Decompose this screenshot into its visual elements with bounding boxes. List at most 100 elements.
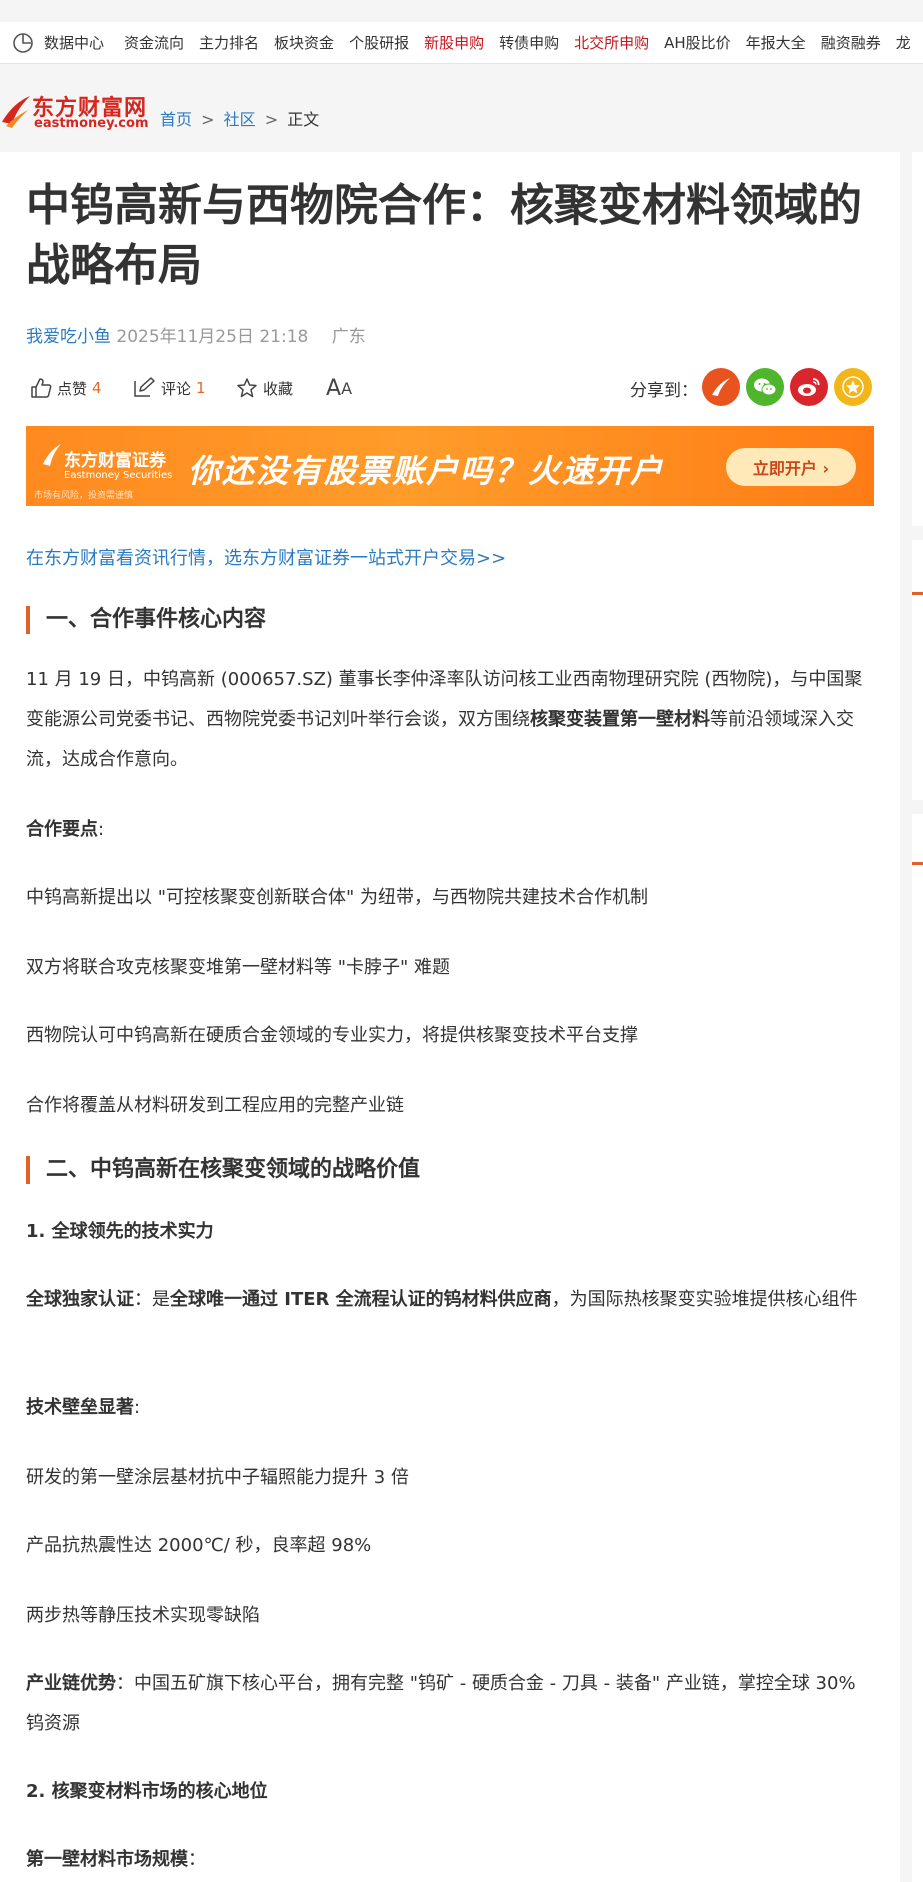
list-item: 西物院认可中钨高新在硬质合金领域的专业实力，将提供核聚变技术平台支撑 bbox=[26, 1025, 638, 1046]
sub-heading: 2. 核聚变材料市场的核心地位 bbox=[26, 1781, 268, 1802]
paragraph: 11 月 19 日，中钨高新 (000657.SZ) 董事长李仲泽率队访问核工业… bbox=[26, 660, 874, 780]
author-region: 广东 bbox=[331, 327, 366, 347]
paragraph-bold-text: 第一壁材料市场规模 bbox=[26, 1849, 188, 1870]
article-meta: 我爱吃小鱼 2025年11月25日 21:18 广东 bbox=[26, 322, 366, 347]
comment-label: 评论 bbox=[161, 379, 192, 398]
share-label: 分享到： bbox=[630, 380, 698, 401]
paragraph: 产业链优势：中国五矿旗下核心平台，拥有完整 "钨矿 - 硬质合金 - 刀具 - … bbox=[26, 1664, 874, 1744]
site-header: 东方财富网 eastmoney.com 首页 > 社区 > 正文 bbox=[0, 64, 923, 152]
comment-edit-icon bbox=[134, 377, 155, 397]
nav-item-margin[interactable]: 融资融券 bbox=[821, 32, 881, 53]
paragraph: 第一壁材料市场规模： bbox=[26, 1840, 874, 1880]
paragraph: 技术壁垒显著: bbox=[26, 1388, 874, 1428]
publish-datetime: 2025年11月25日 21:18 bbox=[116, 327, 309, 347]
paragraph-text: ：是 bbox=[134, 1289, 170, 1310]
nav-item-annual-report[interactable]: 年报大全 bbox=[746, 32, 806, 53]
share-weibo-button[interactable] bbox=[790, 368, 828, 406]
data-center-link[interactable]: 数据中心 bbox=[0, 22, 114, 63]
top-nav-bar: 数据中心 资金流向 主力排名 板块资金 个股研报 新股申购 转债申购 北交所申购… bbox=[0, 22, 923, 64]
share-favorite-button[interactable] bbox=[834, 368, 872, 406]
author-link[interactable]: 我爱吃小鱼 bbox=[26, 327, 111, 347]
nav-item-main-rank[interactable]: 主力排名 bbox=[199, 32, 259, 53]
eastmoney-logo-icon bbox=[2, 96, 30, 128]
favorite-label: 收藏 bbox=[263, 379, 294, 398]
promo-link[interactable]: 在东方财富看资讯行情，选东方财富证券一站式开户交易>> bbox=[26, 544, 506, 570]
paragraph-bold-text: 技术壁垒显著 bbox=[26, 1397, 134, 1418]
paragraph-bold-text: 产业链优势 bbox=[26, 1673, 116, 1694]
font-size-button[interactable]: AA bbox=[326, 370, 352, 406]
breadcrumb-community[interactable]: 社区 bbox=[224, 110, 256, 129]
list-item: 研发的第一壁涂层基材抗中子辐照能力提升 3 倍 bbox=[26, 1467, 409, 1488]
comment-button[interactable]: 评论 1 bbox=[132, 370, 206, 406]
thumbs-up-icon bbox=[31, 378, 52, 398]
like-count: 4 bbox=[92, 379, 102, 397]
article-card: 中钨高新与西物院合作：核聚变材料领域的 战略布局 我爱吃小鱼 2025年11月2… bbox=[0, 152, 900, 1882]
logo-text-en: eastmoney.com bbox=[34, 116, 149, 131]
breadcrumb-home[interactable]: 首页 bbox=[160, 110, 192, 129]
breadcrumb-current: 正文 bbox=[287, 110, 320, 129]
paragraph-text: ，为国际热核聚变实验堆提供核心组件 bbox=[551, 1289, 858, 1310]
comment-count: 1 bbox=[196, 379, 206, 397]
nav-item-bond-subscribe[interactable]: 转债申购 bbox=[499, 32, 559, 53]
key-points-label: 合作要点 bbox=[26, 819, 98, 840]
share-wechat-button[interactable] bbox=[746, 368, 784, 406]
weibo-icon bbox=[798, 378, 820, 396]
share-eastmoney-button[interactable] bbox=[702, 368, 740, 406]
list-item: 两步热等静压技术实现零缺陷 bbox=[26, 1605, 260, 1626]
paragraph-bold-text: 核聚变装置第一壁材料 bbox=[530, 709, 710, 730]
nav-item-fund-flow[interactable]: 资金流向 bbox=[124, 32, 184, 53]
list-item: 产品抗热震性达 2000℃/ 秒，良率超 98% bbox=[26, 1535, 372, 1556]
banner-slogan: 你还没有股票账户吗？火速开户 bbox=[188, 452, 665, 490]
nav-item-bse-subscribe[interactable]: 北交所申购 bbox=[574, 32, 649, 53]
article-title-line2: 战略布局 bbox=[26, 240, 202, 291]
banner-risk-notice: 市场有风险，投资需谨慎 bbox=[34, 491, 134, 501]
paragraph-text: ：中国五矿旗下核心平台，拥有完整 "钨矿 - 硬质合金 - 刀具 - 装备" 产… bbox=[26, 1673, 856, 1734]
star-share-icon bbox=[842, 376, 864, 398]
right-sidebar-accent bbox=[912, 592, 923, 595]
sub-heading: 1. 全球领先的技术实力 bbox=[26, 1221, 214, 1242]
wechat-icon bbox=[754, 378, 777, 396]
paragraph: 全球独家认证：是全球唯一通过 ITER 全流程认证的钨材料供应商，为国际热核聚变… bbox=[26, 1280, 874, 1320]
paragraph-text: : bbox=[98, 819, 105, 840]
paragraph-text: : bbox=[134, 1397, 141, 1418]
site-logo[interactable]: 东方财富网 eastmoney.com bbox=[0, 88, 150, 132]
right-sidebar-edge bbox=[912, 152, 923, 1882]
list-item: 中钨高新提出以 "可控核聚变创新联合体" 为纽带，与西物院共建技术合作机制 bbox=[26, 887, 648, 908]
open-account-banner[interactable]: 东方财富证券 Eastmoney Securities 市场有风险，投资需谨慎 … bbox=[26, 426, 874, 506]
paragraph-bold-text: 全球独家认证 bbox=[26, 1289, 134, 1310]
open-account-button[interactable]: 立即开户 › bbox=[726, 448, 856, 486]
section-heading: 二、中钨高新在核聚变领域的战略价值 bbox=[26, 1156, 874, 1184]
section-heading: 一、合作事件核心内容 bbox=[26, 606, 874, 634]
breadcrumb: 首页 > 社区 > 正文 bbox=[160, 106, 319, 130]
nav-item-dragon[interactable]: 龙 bbox=[896, 32, 911, 53]
banner-logo-cn: 东方财富证券 bbox=[64, 451, 166, 471]
clock-icon bbox=[13, 32, 33, 53]
like-button[interactable]: 点赞 4 bbox=[30, 370, 102, 406]
eastmoney-share-icon bbox=[712, 378, 730, 396]
right-sidebar-gap bbox=[912, 800, 923, 814]
star-outline-icon bbox=[237, 378, 257, 398]
like-label: 点赞 bbox=[57, 379, 88, 398]
article-title-line1: 中钨高新与西物院合作：核聚变材料领域的 bbox=[26, 180, 862, 231]
banner-logo-en: Eastmoney Securities bbox=[64, 470, 173, 481]
breadcrumb-separator: > bbox=[201, 110, 215, 129]
nav-item-ipo-subscribe[interactable]: 新股申购 bbox=[424, 32, 484, 53]
data-center-label: 数据中心 bbox=[44, 34, 105, 52]
paragraph: 合作要点: bbox=[26, 810, 874, 850]
article-title: 中钨高新与西物院合作：核聚变材料领域的 战略布局 bbox=[26, 176, 886, 296]
breadcrumb-separator: > bbox=[264, 110, 279, 129]
favorite-button[interactable]: 收藏 bbox=[236, 370, 293, 406]
nav-item-ah-compare[interactable]: AH股比价 bbox=[664, 32, 731, 53]
paragraph-bold-text: 全球唯一通过 ITER 全流程认证的钨材料供应商 bbox=[170, 1289, 552, 1310]
eastmoney-securities-logo-icon bbox=[43, 444, 61, 466]
font-size-small: A bbox=[341, 378, 353, 398]
right-sidebar-accent bbox=[912, 862, 923, 865]
list-item: 合作将覆盖从材料研发到工程应用的完整产业链 bbox=[26, 1095, 404, 1116]
list-item: 双方将联合攻克核聚变堆第一壁材料等 "卡脖子" 难题 bbox=[26, 957, 450, 978]
article-action-bar: 点赞 4 评论 1 收藏 AA 分享到： bbox=[26, 368, 874, 406]
nav-item-stock-research[interactable]: 个股研报 bbox=[349, 32, 409, 53]
nav-item-sector-fund[interactable]: 板块资金 bbox=[274, 32, 334, 53]
right-sidebar-gap bbox=[912, 526, 923, 540]
paragraph-text: ： bbox=[188, 1849, 206, 1870]
font-size-large: A bbox=[326, 375, 342, 401]
